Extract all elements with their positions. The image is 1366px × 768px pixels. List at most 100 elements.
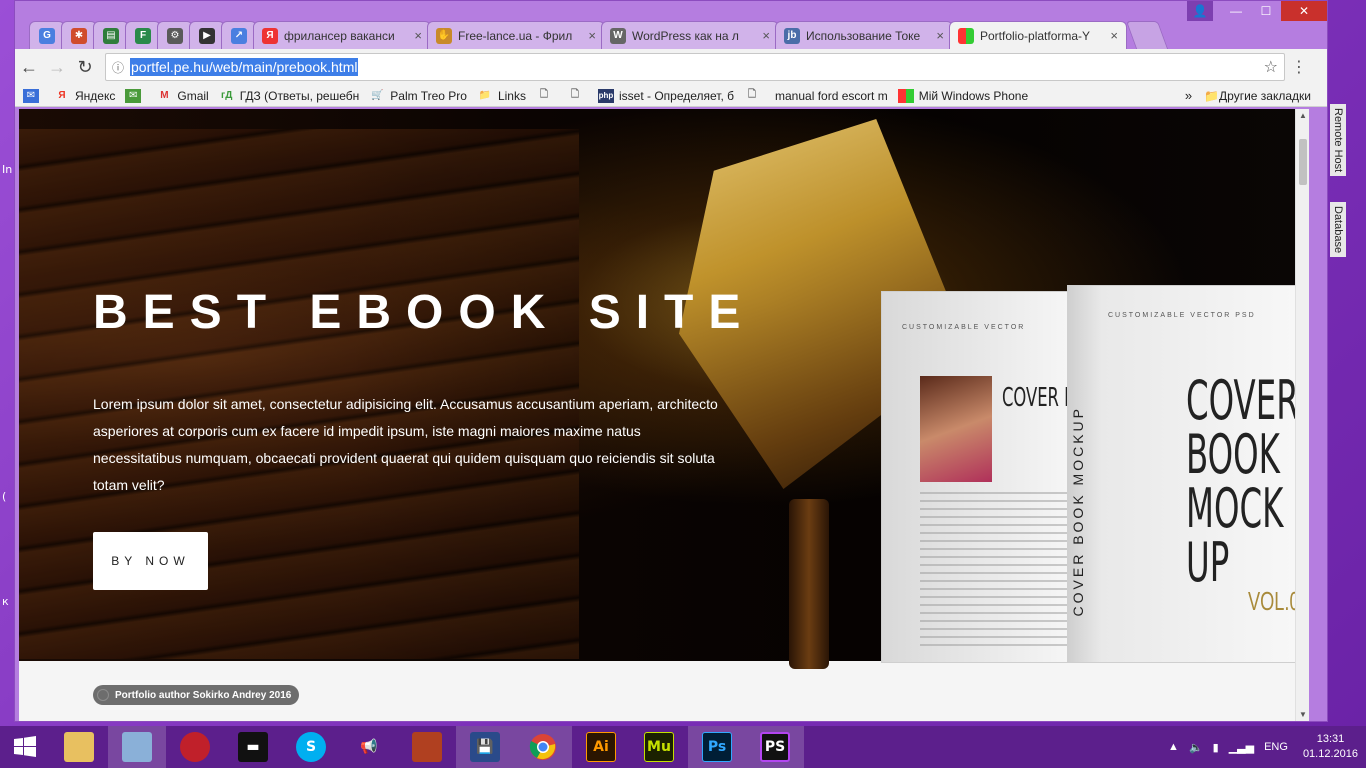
back-button[interactable]: ← [15, 57, 43, 78]
desktop-edge-text: In [2, 163, 13, 176]
chrome-icon [529, 734, 556, 760]
bookmark-yandex[interactable]: Я Яндекс [54, 89, 115, 103]
scroll-up-icon[interactable]: ▲ [1296, 111, 1309, 120]
podcast-taskbar[interactable] [166, 726, 224, 768]
book-big-title: COVER BOOK MOCK UP [1186, 369, 1299, 594]
tab-pinned[interactable]: ✱ [61, 21, 97, 49]
close-icon[interactable]: × [414, 28, 422, 43]
tab-pinned[interactable]: G [29, 21, 65, 49]
close-icon[interactable]: × [762, 28, 770, 43]
browser-window: G ✱ ▤ F ⚙ ▶ ↗ Я фрилансер ваканси × ✋ Fr… [14, 0, 1328, 722]
vertical-scrollbar[interactable]: ▲ ▼ [1295, 109, 1309, 721]
scrollbar-thumb[interactable] [1299, 139, 1307, 185]
info-icon[interactable]: ⓘ [106, 59, 130, 76]
new-tab-button[interactable] [1125, 21, 1169, 49]
bookmark-windows-phone[interactable]: Мій Windows Phone [897, 88, 1028, 103]
buy-now-button[interactable]: BY NOW [93, 532, 208, 590]
side-tab-database[interactable]: Database [1330, 202, 1346, 258]
resource-monitor-taskbar[interactable] [108, 726, 166, 768]
bookmark-label: Palm Treo Pro [390, 88, 467, 103]
bookmark-label: Gmail [177, 88, 209, 103]
save-disk-taskbar[interactable]: 💾 [456, 726, 514, 768]
play-icon: ▶ [199, 27, 215, 44]
chrome-taskbar[interactable] [514, 726, 572, 768]
author-text: Portfolio author Sokirko Andrey 2016 [115, 689, 292, 701]
bookmark-gmail[interactable]: M Gmail [156, 88, 209, 103]
phpstorm-taskbar[interactable]: PS [746, 726, 804, 768]
scroll-down-icon[interactable]: ▼ [1296, 710, 1309, 719]
menu-icon[interactable]: ⋮ [1285, 57, 1313, 77]
language-indicator[interactable]: ENG [1264, 741, 1288, 753]
tab-pinned[interactable]: ▤ [93, 21, 129, 49]
bookmark-item[interactable]: 🗋 [744, 89, 765, 103]
tab-title: WordPress как на л [632, 28, 739, 43]
skype-taskbar[interactable]: S [282, 726, 340, 768]
bookmarks-bar: ✉ Я Яндекс ✉ M Gmail гД ГДЗ (Ответы, решебн… [15, 85, 1327, 107]
cart-icon: 🛒 [371, 90, 384, 101]
close-button[interactable]: ✕ [1281, 1, 1327, 21]
bookmark-item[interactable]: ✉ [23, 88, 44, 103]
volume-icon[interactable]: 🔈 [1189, 741, 1203, 754]
tab-portfolio-active[interactable]: Portfolio-platforma-Y × [949, 21, 1127, 49]
tab-pinned[interactable]: ▶ [189, 21, 225, 49]
close-icon[interactable]: × [1110, 28, 1118, 43]
bookmark-label: manual ford escort m [775, 88, 888, 103]
terminal-taskbar[interactable]: ▬ [224, 726, 282, 768]
signal-icon[interactable]: ▁▃▅ [1229, 741, 1254, 754]
wordpress-icon: W [610, 27, 626, 44]
battery-icon[interactable]: ▮ [1213, 741, 1219, 754]
hero-title: BEST EBOOK SITE [93, 286, 756, 339]
side-tab-remote-host[interactable]: Remote Host [1330, 104, 1346, 177]
maximize-button[interactable]: ☐ [1251, 1, 1281, 21]
url-text[interactable]: portfel.pe.hu/web/main/prebook.html [130, 58, 359, 76]
bookmark-item[interactable]: ✉ [125, 88, 146, 103]
php-icon: php [597, 88, 614, 103]
window-controls: 👤 — ☐ ✕ [1187, 1, 1327, 21]
tab-title: Portfolio-platforma-Y [980, 28, 1091, 43]
bookmark-label: Яндекс [75, 88, 116, 103]
hero-section: CUSTOMIZABLE VECTOR COVER BO MOCKUP V CU… [19, 109, 1309, 669]
bookmark-item[interactable]: 🗋 [567, 89, 588, 103]
yandex-y-icon: Я [58, 90, 66, 101]
tab-strip: G ✱ ▤ F ⚙ ▶ ↗ Я фрилансер ваканси × ✋ Fr… [29, 21, 1169, 49]
more-bookmarks-button[interactable]: » [1185, 88, 1192, 103]
bookmark-item[interactable]: 🗋 [536, 89, 557, 103]
bookmark-links-folder[interactable]: 📁 Links [477, 89, 526, 103]
mail-icon: ✉ [23, 88, 39, 103]
forward-button[interactable]: → [43, 57, 71, 78]
photoshop-taskbar[interactable]: Ps [688, 726, 746, 768]
game-icon [412, 732, 442, 762]
bookmark-label: Links [497, 88, 526, 103]
game-taskbar[interactable] [398, 726, 456, 768]
tab-free-lance-ua[interactable]: ✋ Free-lance.ua - Фрил × [427, 21, 605, 49]
illustrator-taskbar[interactable]: Ai [572, 726, 630, 768]
tray-arrow-icon[interactable]: ▲ [1168, 741, 1179, 753]
windows-icon [958, 27, 974, 44]
windows-logo-icon [14, 736, 36, 757]
file-explorer-taskbar[interactable] [50, 726, 108, 768]
tab-pinned[interactable]: ↗ [221, 21, 257, 49]
bookmark-gdz[interactable]: гД ГДЗ (Ответы, решебн [219, 89, 359, 103]
bookmark-manual-ford[interactable]: manual ford escort m [775, 89, 888, 103]
muse-taskbar[interactable]: Mu [630, 726, 688, 768]
folder-icon [64, 732, 94, 762]
close-icon[interactable]: × [588, 28, 596, 43]
close-icon[interactable]: × [936, 28, 944, 43]
user-icon[interactable]: 👤 [1187, 1, 1213, 21]
minimize-button[interactable]: — [1221, 1, 1251, 21]
star-icon[interactable]: ☆ [1264, 57, 1278, 77]
tab-pinned[interactable]: F [125, 21, 161, 49]
tab-wordpress[interactable]: W WordPress как на л × [601, 21, 779, 49]
taskbar: ▬ S 📢 💾 Ai Mu Ps PS ▲ 🔈 ▮ ▁▃▅ ENG 13:31 … [0, 726, 1366, 768]
clock[interactable]: 13:31 01.12.2016 [1303, 732, 1358, 762]
tab-tokens[interactable]: jb Использование Токе × [775, 21, 953, 49]
other-bookmarks-folder[interactable]: 📁 Другие закладки [1204, 89, 1311, 103]
start-button[interactable] [0, 726, 50, 768]
tab-freelancer-vacancies[interactable]: Я фрилансер ваканси × [253, 21, 431, 49]
megaphone-taskbar[interactable]: 📢 [340, 726, 398, 768]
bookmark-palm[interactable]: 🛒 Palm Treo Pro [369, 89, 467, 103]
bookmark-isset[interactable]: php isset - Определяет, б [597, 88, 734, 103]
address-bar[interactable]: ⓘ portfel.pe.hu/web/main/prebook.html ☆ [105, 53, 1285, 81]
reload-button[interactable]: ↻ [71, 57, 99, 78]
tab-pinned[interactable]: ⚙ [157, 21, 193, 49]
